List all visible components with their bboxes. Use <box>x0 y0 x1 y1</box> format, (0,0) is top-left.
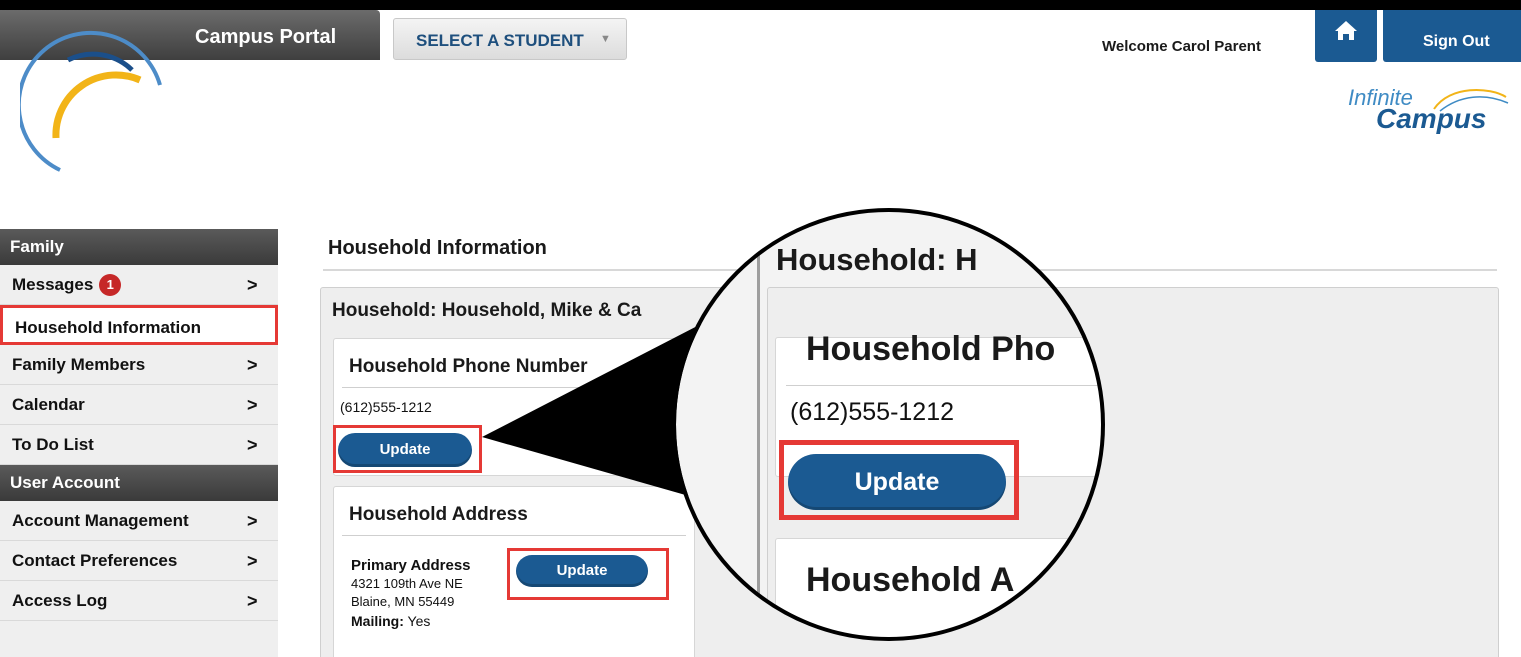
zoom-circle-border <box>672 208 1105 641</box>
page: Campus Portal SELECT A STUDENT ▼ Welcome… <box>0 0 1521 657</box>
